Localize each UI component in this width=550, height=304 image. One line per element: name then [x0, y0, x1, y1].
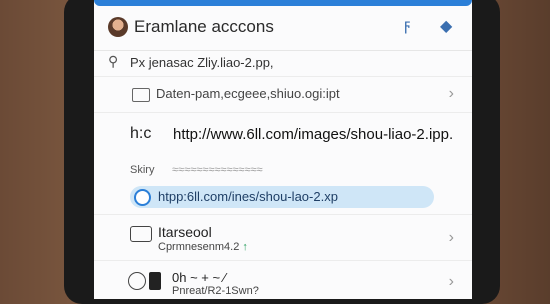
top-accent-bar — [94, 0, 472, 6]
chat-icon — [128, 272, 146, 290]
search-input[interactable]: Px jenasac Zliy.liao-2.pp, — [130, 55, 274, 70]
list-item-text: Daten-pam,ecgeee,shiuo.ogi:ipt — [156, 86, 340, 101]
section-label: Skiry — [130, 164, 155, 176]
list-item-url[interactable]: h:c http://www.6ll.com/images/shou-liao-… — [94, 112, 472, 153]
app-title: Eramlane acccons — [134, 17, 274, 36]
search-icon: ⚲ — [108, 53, 119, 69]
chevron-right-icon: › — [448, 229, 454, 246]
list-item-title: 0h ~ + ~ ⁄ — [172, 270, 226, 285]
list-item-folder[interactable]: Daten-pam,ecgeee,shiuo.ogi:ipt › — [94, 76, 472, 113]
diamond-icon[interactable]: ◆ — [440, 16, 452, 36]
title-bar: Eramlane acccons ϝ ◆ — [94, 8, 472, 50]
suggestion-pill[interactable]: htpp:6ll.com/ines/shou-lao-2.xp — [130, 186, 434, 208]
phone-icon — [149, 272, 161, 290]
up-arrow-icon: ↑ — [242, 241, 248, 253]
search-row[interactable]: ⚲ Px jenasac Zliy.liao-2.pp, — [94, 50, 472, 75]
format-icon[interactable]: ϝ — [404, 17, 410, 35]
list-item-title: Itarseool — [158, 224, 212, 240]
folder-icon — [132, 88, 150, 102]
suggestion-text: htpp:6ll.com/ines/shou-lao-2.xp — [158, 189, 338, 204]
location-icon — [134, 189, 151, 206]
list-item-subtitle: Cprmnesenm4.2 ↑ — [158, 241, 248, 253]
bus-icon — [130, 226, 152, 242]
list-item-subtitle: Pnreat/R2-1Swn? — [172, 285, 259, 297]
chevron-right-icon: › — [448, 273, 454, 290]
url-text: http://www.6ll.com/images/shou-liao-2.ip… — [173, 126, 454, 143]
url-prefix-icon: h:c — [130, 125, 152, 142]
screen: Eramlane acccons ϝ ◆ ⚲ Px jenasac Zliy.l… — [94, 0, 472, 299]
avatar[interactable] — [108, 17, 128, 37]
chevron-right-icon: › — [448, 85, 454, 102]
section-label-rest: ≈≈≈≈≈≈≈≈≈≈≈≈≈≈≈ — [172, 164, 263, 176]
